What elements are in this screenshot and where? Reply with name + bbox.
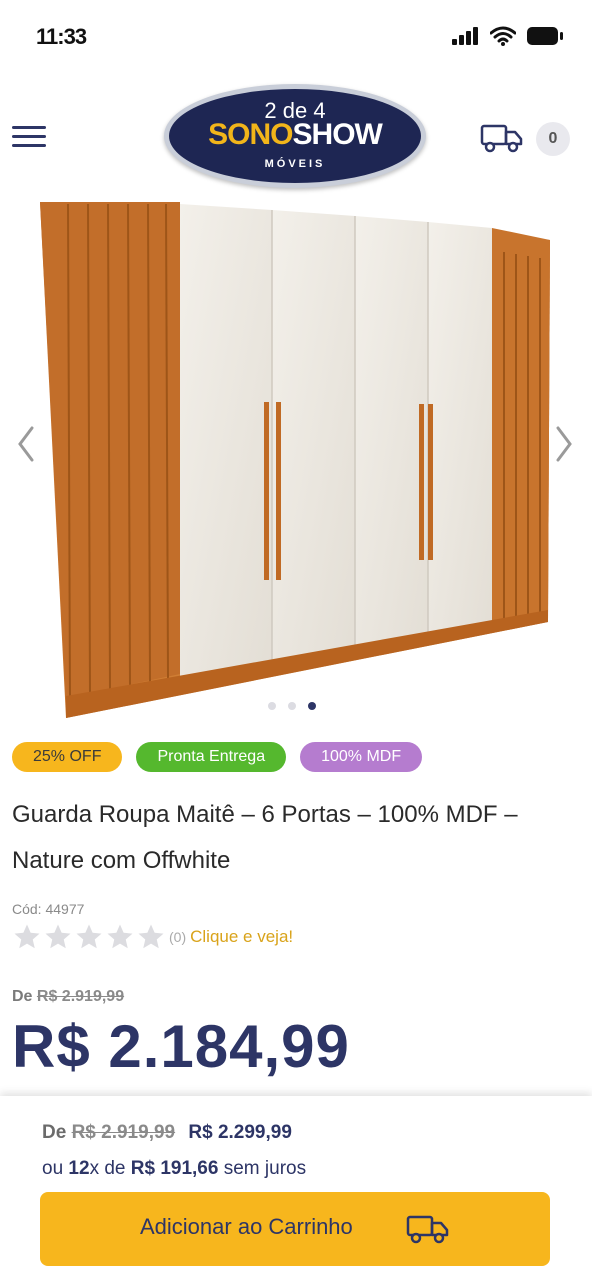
ready-delivery-badge: Pronta Entrega (136, 742, 287, 772)
bar-prices: De R$ 2.919,99 R$ 2.299,99 (42, 1122, 292, 1144)
battery-icon (527, 27, 563, 45)
logo-word-show: SHOW (292, 118, 383, 151)
carousel-dots (268, 702, 316, 710)
product-badges: 25% OFF Pronta Entrega 100% MDF (12, 742, 423, 772)
rating-link[interactable]: Clique e veja! (190, 927, 293, 947)
mdf-badge: 100% MDF (300, 742, 423, 772)
rating-count: (0) (169, 929, 187, 945)
site-header: 2 de 4 SONOSHOW MÓVEIS 0 (0, 78, 592, 193)
bar-new-price: R$ 2.299,99 (188, 1122, 292, 1143)
add-to-cart-button[interactable]: Adicionar ao Carrinho (40, 1192, 550, 1266)
logo-subtitle: MÓVEIS (264, 158, 326, 170)
installments: ou 12x de R$ 191,66 sem juros (42, 1158, 306, 1180)
bar-old-price-prefix: De (42, 1122, 67, 1143)
delivery-truck-icon (406, 1215, 449, 1244)
current-price: R$ 2.184,99 (12, 1013, 350, 1080)
product-title: Guarda Roupa Maitê – 6 Portas – 100% MDF… (12, 801, 518, 874)
wardrobe-product-image (40, 202, 550, 718)
status-time: 11:33 (36, 24, 87, 49)
installments-value: R$ 191,66 (130, 1158, 219, 1179)
old-price: De R$ 2.919,99 (12, 988, 124, 1006)
carousel-dot[interactable] (268, 702, 276, 710)
star-icon (107, 924, 133, 949)
add-to-cart-label: Adicionar ao Carrinho (140, 1214, 353, 1239)
discount-badge: 25% OFF (12, 742, 123, 772)
status-icons (452, 26, 564, 46)
menu-button[interactable] (12, 126, 46, 150)
hamburger-icon-line (12, 144, 46, 147)
hamburger-icon-line (12, 126, 46, 129)
delivery-truck-icon[interactable] (480, 122, 524, 154)
installments-suffix: sem juros (223, 1158, 307, 1179)
logo-wordmark: SONOSHOW (164, 118, 426, 152)
star-icon (76, 924, 102, 949)
old-price-prefix: De (12, 988, 33, 1005)
bar-old-price: R$ 2.919,99 (71, 1122, 176, 1143)
logo-word-sono: SONO (208, 118, 293, 151)
product-gallery[interactable] (0, 196, 592, 726)
signal-icon (452, 27, 478, 45)
star-icon (138, 924, 164, 949)
rating: (0) Clique e veja! (12, 922, 293, 952)
installments-prefix: ou (42, 1158, 64, 1179)
sticky-buy-bar: De R$ 2.919,99 R$ 2.299,99 ou 12x de R$ … (0, 1096, 592, 1280)
carousel-dot[interactable] (288, 702, 296, 710)
installments-count: 12 (68, 1158, 90, 1179)
status-bar: 11:33 (0, 0, 592, 72)
hamburger-icon-line (12, 135, 46, 138)
star-icon (45, 924, 71, 949)
sonoshow-logo[interactable]: 2 de 4 SONOSHOW MÓVEIS (164, 84, 426, 188)
chevron-left-icon[interactable] (14, 424, 38, 464)
carousel-dot-active[interactable] (308, 702, 316, 710)
star-icon (14, 924, 40, 949)
cart-count-badge[interactable]: 0 (536, 122, 570, 156)
installments-x: x de (89, 1158, 126, 1179)
old-price-value: R$ 2.919,99 (36, 988, 125, 1005)
chevron-right-icon[interactable] (552, 424, 576, 464)
product-code: Cód: 44977 (12, 901, 85, 917)
wifi-icon (490, 26, 516, 46)
